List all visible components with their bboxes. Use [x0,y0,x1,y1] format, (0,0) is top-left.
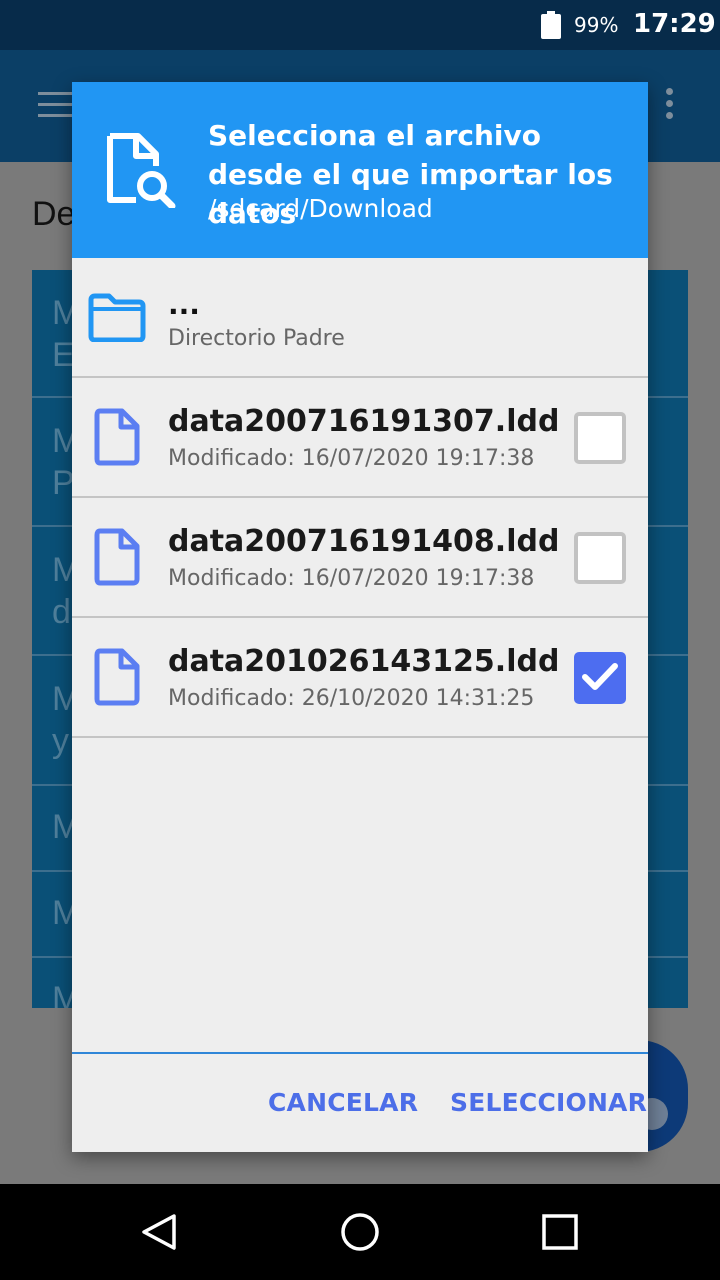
battery-percent: 99% [574,13,619,37]
home-button[interactable] [312,1184,408,1280]
menu-icon[interactable] [38,92,74,118]
parent-directory-item[interactable]: ... Directorio Padre [72,258,648,378]
battery-icon [541,11,561,39]
status-clock: 17:29 [633,9,716,39]
dialog-header: Selecciona el archivo desde el que impor… [72,82,648,258]
file-modified-date: Modificado: 16/07/2020 19:17:38 [168,566,535,591]
file-item[interactable]: data200716191307.ldd Modificado: 16/07/2… [72,378,648,498]
file-name: data200716191408.ldd [168,524,560,559]
recents-button[interactable] [512,1184,608,1280]
file-picker-dialog: Selecciona el archivo desde el que impor… [72,82,648,1152]
background-heading: De [32,195,76,233]
navigation-bar [0,1184,720,1280]
file-search-icon [107,133,176,208]
file-checkbox[interactable] [574,532,626,584]
current-path: /sdcard/Download [208,194,433,223]
parent-directory-label: Directorio Padre [168,326,345,351]
checkmark-icon [582,663,618,690]
file-modified-date: Modificado: 26/10/2020 14:31:25 [168,686,535,711]
cancel-button[interactable]: CANCELAR [268,1088,418,1117]
parent-directory-name: ... [168,288,200,321]
file-checkbox[interactable] [574,412,626,464]
file-item[interactable]: data201026143125.ldd Modificado: 26/10/2… [72,618,648,738]
file-name: data200716191307.ldd [168,404,560,439]
status-bar: 99% 17:29 [0,0,720,50]
back-icon [142,1214,176,1250]
dialog-divider [72,1052,648,1054]
file-icon [94,528,140,586]
select-button[interactable]: SELECCIONAR [450,1088,647,1117]
file-list: ... Directorio Padre data200716191307.ld… [72,258,648,738]
home-icon [341,1213,379,1251]
file-item[interactable]: data200716191408.ldd Modificado: 16/07/2… [72,498,648,618]
file-modified-date: Modificado: 16/07/2020 19:17:38 [168,446,535,471]
overflow-menu-icon[interactable] [666,88,676,124]
back-button[interactable] [112,1184,208,1280]
file-icon [94,408,140,466]
file-name: data201026143125.ldd [168,644,560,679]
folder-icon [88,293,146,342]
file-icon [94,648,140,706]
recents-icon [542,1214,578,1250]
file-checkbox-checked[interactable] [574,652,626,704]
